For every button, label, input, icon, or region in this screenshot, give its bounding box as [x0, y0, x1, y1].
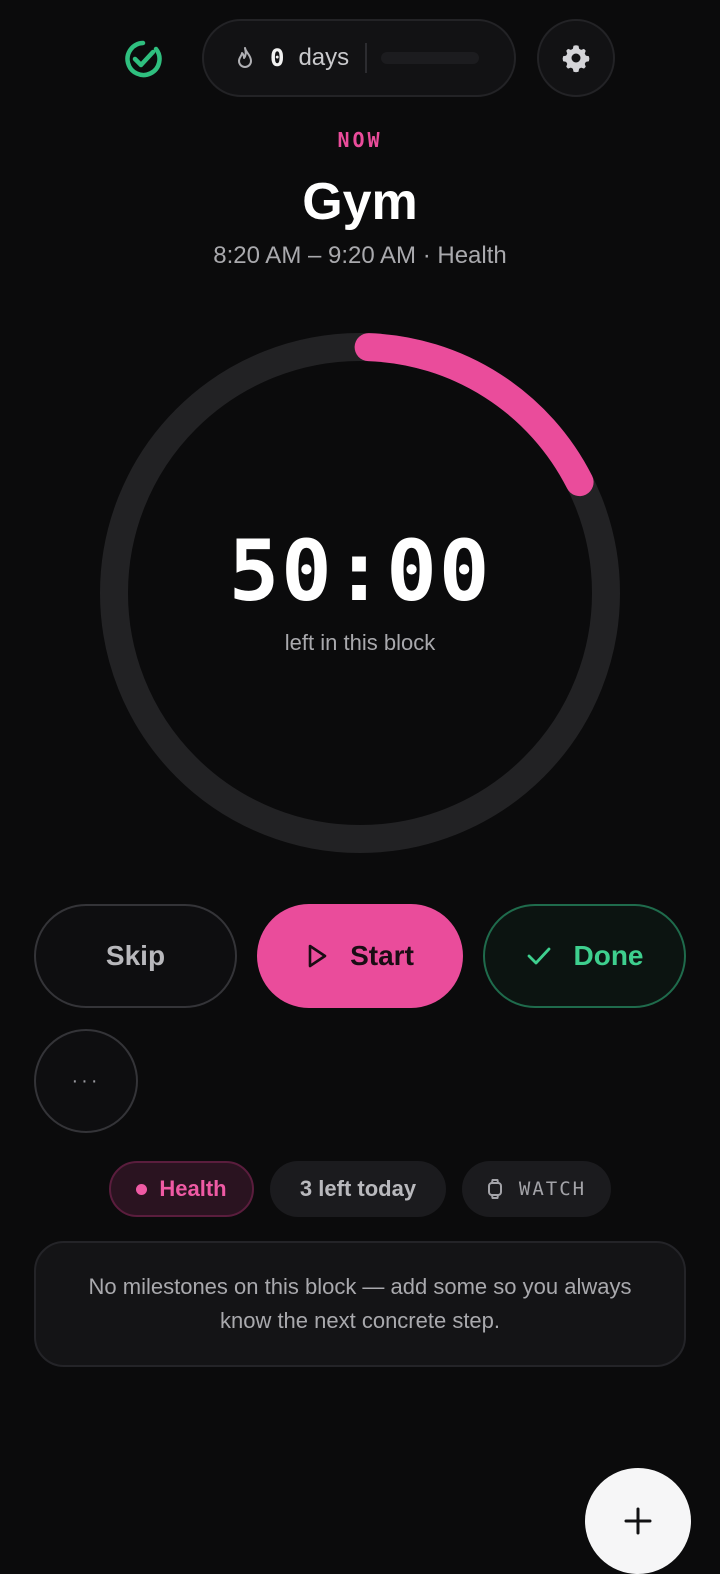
- streak-progress-bar: [381, 52, 480, 64]
- streak-count: 0: [270, 44, 285, 72]
- streak-pill[interactable]: 0 days: [202, 19, 516, 97]
- streak-unit: days: [298, 44, 350, 71]
- timer-caption: left in this block: [284, 630, 436, 655]
- watch-label: WATCH: [518, 1178, 587, 1200]
- skip-label: Skip: [105, 940, 166, 971]
- app-logo-check-icon[interactable]: [122, 38, 164, 80]
- watch-icon: [487, 1179, 502, 1199]
- check-icon: [527, 947, 550, 965]
- block-status-label: NOW: [337, 128, 383, 152]
- flame-icon: [238, 47, 252, 68]
- remaining-today-chip: 3 left today: [270, 1161, 446, 1217]
- done-button[interactable]: Done: [483, 904, 686, 1008]
- start-button[interactable]: Start: [257, 904, 463, 1008]
- block-time-range: 8:20 AM – 9:20 AM · Health: [213, 242, 507, 269]
- play-icon: [308, 944, 327, 968]
- category-chip[interactable]: Health: [109, 1161, 254, 1217]
- block-title: Gym: [302, 173, 418, 231]
- watch-chip[interactable]: WATCH: [462, 1161, 611, 1217]
- skip-button[interactable]: Skip: [34, 904, 237, 1008]
- category-dot-icon: [136, 1183, 148, 1195]
- start-label: Start: [350, 940, 414, 971]
- more-options-button[interactable]: ···: [34, 1029, 138, 1133]
- remaining-today-label: 3 left today: [299, 1176, 417, 1201]
- milestones-empty-card[interactable]: No milestones on this block — add some s…: [34, 1241, 686, 1367]
- category-label: Health: [159, 1176, 227, 1201]
- add-block-button[interactable]: [585, 1468, 691, 1574]
- streak-divider: [365, 43, 368, 73]
- settings-button[interactable]: [537, 19, 615, 97]
- more-dots-icon: ···: [71, 1069, 101, 1092]
- plus-icon: [624, 1507, 652, 1535]
- timer-display: 50:00: [228, 522, 492, 620]
- timer-ring-progress: [354, 333, 594, 497]
- done-label: Done: [573, 940, 644, 971]
- gear-icon: [562, 45, 590, 73]
- milestones-empty-text: No milestones on this block — add some s…: [88, 1274, 632, 1333]
